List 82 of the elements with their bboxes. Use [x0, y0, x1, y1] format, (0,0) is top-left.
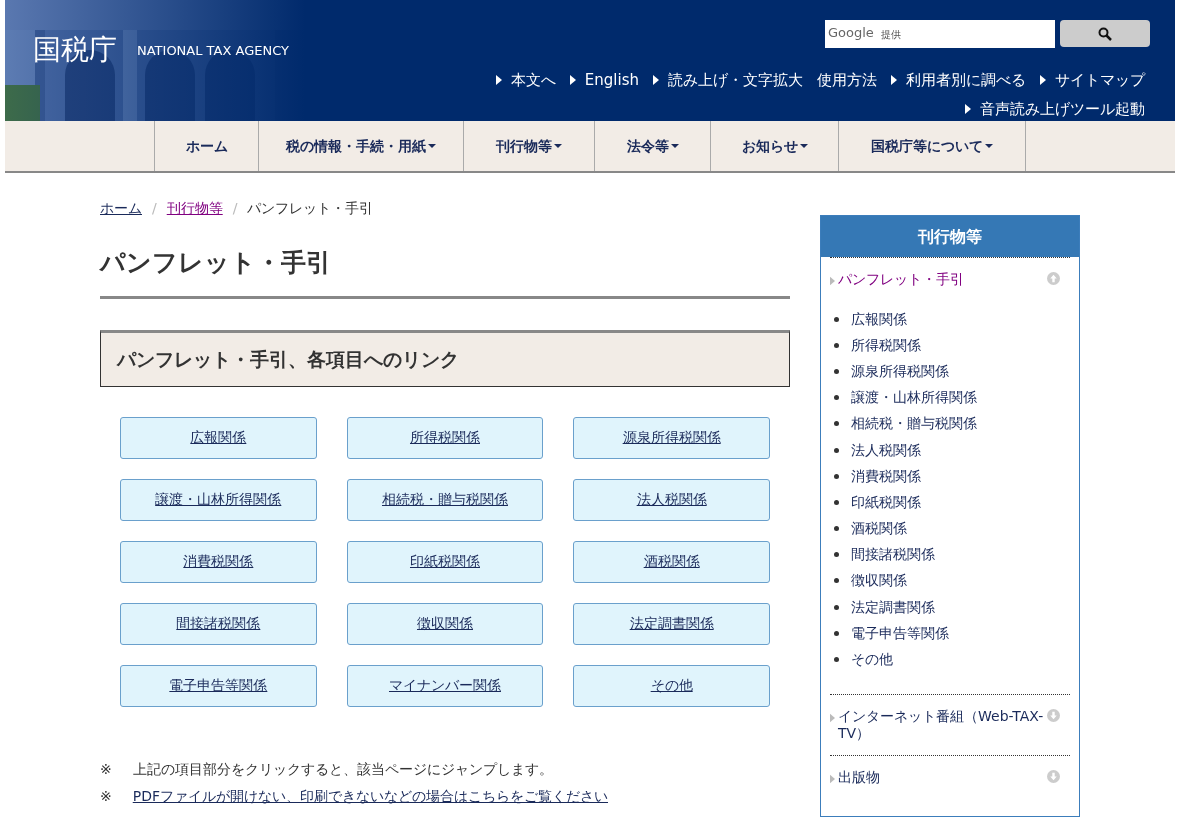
category-link-button[interactable]: 印紙税関係 [346, 540, 544, 583]
bullet-icon [834, 421, 839, 427]
category-link-button[interactable]: 法定調書関係 [573, 602, 770, 645]
bullet-icon [834, 499, 839, 505]
note-text: 上記の項目部分をクリックすると、該当ページにジャンプします。 [132, 759, 553, 779]
bullet-icon [834, 368, 839, 374]
category-link-button[interactable]: 所得税関係 [346, 416, 544, 459]
sidebar-link[interactable]: 相続税・贈与税関係 [851, 413, 977, 435]
category-link-button[interactable]: 相続税・贈与税関係 [346, 478, 544, 521]
header-link[interactable]: 音声読み上げツール起動 [965, 98, 1145, 121]
bullet-icon [834, 657, 839, 663]
breadcrumb-current: パンフレット・手引 [247, 199, 374, 218]
category-link-button[interactable]: 間接諸税関係 [120, 602, 317, 645]
nav-tab[interactable]: 法令等 [595, 121, 711, 171]
bullet-icon [834, 578, 839, 584]
sidebar-link[interactable]: 法人税関係 [851, 439, 921, 461]
triangle-icon [830, 712, 835, 723]
category-link-button[interactable]: 酒税関係 [573, 540, 770, 583]
note-mark: ※ [100, 786, 112, 806]
category-link-button[interactable]: 譲渡・山林所得関係 [120, 478, 317, 521]
sidebar-link[interactable]: 印紙税関係 [851, 491, 921, 513]
google-label: Google [828, 25, 874, 41]
sidebar-title: 刊行物等 [821, 216, 1079, 257]
sidebar-link[interactable]: 酒税関係 [851, 518, 907, 540]
nav-tab[interactable]: ホーム [155, 121, 259, 171]
sidebar-link[interactable]: 譲渡・山林所得関係 [851, 387, 977, 409]
bullet-icon [834, 604, 839, 610]
breadcrumb-separator: / [152, 199, 157, 218]
nav-tab[interactable]: 国税庁等について [839, 121, 1026, 171]
site-logo[interactable]: 国税庁 [33, 36, 117, 64]
triangle-icon [830, 276, 835, 286]
category-link-button[interactable]: 消費税関係 [120, 540, 317, 583]
sidebar-link[interactable]: 広報関係 [851, 308, 907, 330]
category-link-button[interactable]: 法人税関係 [573, 478, 770, 521]
bullet-icon [834, 316, 839, 322]
nav-tab[interactable]: 刊行物等 [464, 121, 595, 171]
expand-icon[interactable] [1047, 769, 1060, 783]
category-link-button[interactable]: マイナンバー関係 [346, 664, 544, 707]
sidebar-link[interactable]: 間接諸税関係 [851, 544, 935, 566]
sidebar-link[interactable]: 源泉所得税関係 [851, 360, 949, 382]
sidebar-link[interactable]: 所得税関係 [851, 334, 921, 356]
collapse-icon[interactable] [1047, 272, 1060, 285]
sidebar-section-link[interactable]: パンフレット・手引 [838, 271, 1044, 288]
category-link-button[interactable]: 広報関係 [120, 416, 317, 459]
site-subtitle: NATIONAL TAX AGENCY [137, 41, 289, 60]
sidebar-link[interactable]: 法定調書関係 [851, 596, 935, 618]
header-link[interactable]: 利用者別に調べる [891, 69, 1026, 92]
header-link[interactable]: 読み上げ・文字拡大 [653, 69, 803, 92]
bullet-icon [834, 447, 839, 453]
page-title: パンフレット・手引 [100, 244, 790, 299]
sidebar-link[interactable]: 徴収関係 [851, 570, 907, 592]
breadcrumb-link[interactable]: 刊行物等 [166, 198, 223, 219]
search-icon [1098, 26, 1112, 41]
help-link[interactable]: PDFファイルが開けない、印刷できないなどの場合はこちらをご覧ください [132, 785, 608, 807]
category-link-button[interactable]: 電子申告等関係 [120, 664, 317, 707]
bullet-icon [834, 342, 839, 348]
header-link[interactable]: サイトマップ [1040, 69, 1145, 92]
sidebar-section-link[interactable]: インターネット番組（Web-TAX-TV） [838, 707, 1044, 742]
category-link-button[interactable]: 源泉所得税関係 [573, 416, 770, 459]
bullet-icon [834, 526, 839, 532]
breadcrumb-separator: / [232, 199, 238, 218]
sidebar-section-link[interactable]: 出版物 [838, 768, 1044, 786]
bullet-icon [834, 552, 839, 558]
header-link[interactable]: 本文へ [495, 69, 556, 92]
header-link[interactable]: English [569, 69, 639, 92]
category-link-button[interactable]: その他 [573, 664, 770, 707]
bullet-icon [834, 395, 839, 401]
category-link-button[interactable]: 徴収関係 [346, 602, 544, 645]
note-mark: ※ [100, 759, 112, 779]
sidebar-link[interactable]: 電子申告等関係 [851, 622, 949, 644]
nav-tab[interactable]: 税の情報・手続・用紙 [259, 121, 464, 171]
expand-icon[interactable] [1047, 708, 1060, 722]
nav-tab[interactable]: お知らせ [711, 121, 839, 171]
sidebar-link[interactable]: 消費税関係 [851, 465, 921, 487]
section-heading: パンフレット・手引、各項目へのリンク [100, 329, 790, 387]
triangle-icon [830, 773, 835, 784]
bullet-icon [834, 473, 839, 479]
header-link[interactable]: 使用方法 [817, 69, 877, 92]
search-button[interactable] [1060, 20, 1150, 47]
breadcrumb-link[interactable]: ホーム [100, 198, 142, 219]
bullet-icon [834, 630, 839, 636]
sidebar-link[interactable]: その他 [851, 649, 893, 671]
